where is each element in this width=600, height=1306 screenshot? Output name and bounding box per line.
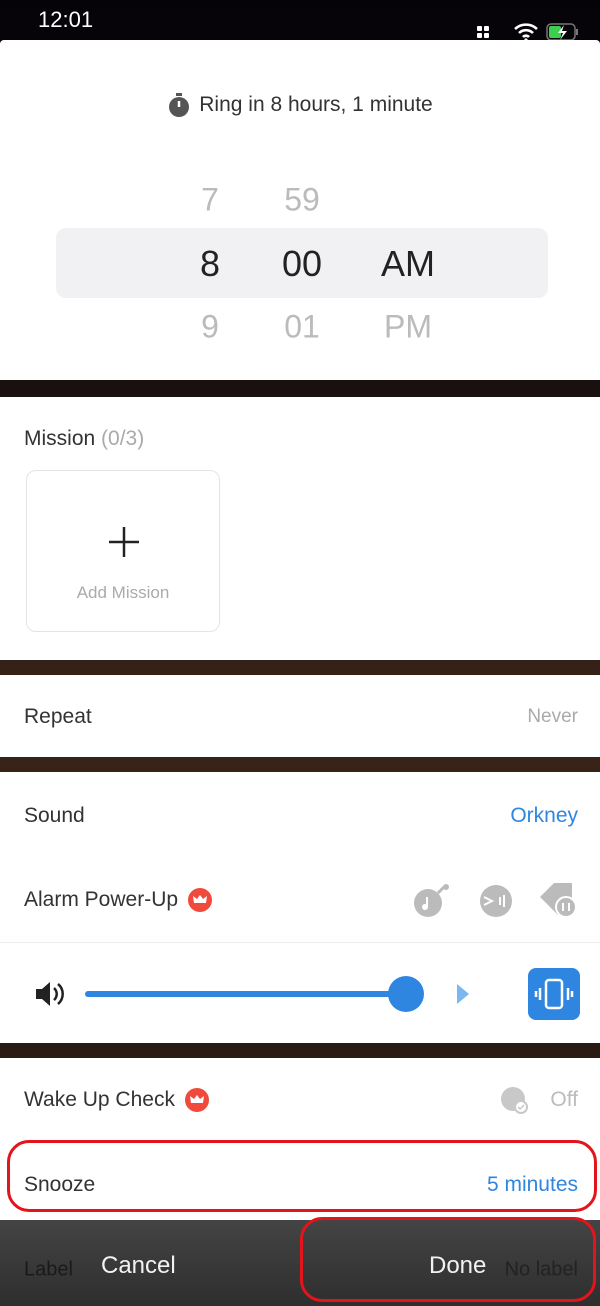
vibrate-toggle[interactable] [528,968,580,1020]
stopwatch-icon [169,93,190,117]
repeat-value: Never [527,706,578,727]
hour-option[interactable]: 9 [201,309,219,346]
volume-slider-thumb[interactable] [388,976,424,1012]
wake-up-check-label: Wake Up Check [24,1088,175,1111]
label-row-label: Label [24,1258,73,1281]
sound-value: Orkney [510,804,578,827]
tag-voice-icon [540,883,577,918]
music-bomb-icon [414,884,449,917]
premium-crown-icon [188,888,213,912]
alarm-power-up-row[interactable]: Alarm Power-Up [0,857,600,942]
snooze-highlight [7,1140,597,1212]
hour-option[interactable]: 7 [201,182,219,219]
play-preview-icon[interactable] [455,982,471,1006]
face-voice-icon [480,885,512,917]
cancel-button[interactable]: Cancel [101,1252,176,1280]
mission-title: Mission (0/3) [24,427,145,450]
premium-crown-icon [184,1088,209,1112]
volume-slider[interactable] [85,991,407,997]
minute-selected[interactable]: 00 [282,243,322,285]
repeat-label: Repeat [24,705,92,728]
volume-row [0,942,600,1043]
sound-label: Sound [24,804,85,827]
sound-row[interactable]: Sound Orkney [0,772,600,857]
power-up-label: Alarm Power-Up [24,888,179,911]
sound-card: Sound Orkney Alarm Power-Up [0,772,600,1043]
wifi-icon [514,23,538,42]
battery-charging-icon [546,23,578,41]
period-option[interactable]: PM [384,309,432,346]
status-time: 12:01 [38,7,94,32]
add-mission-label: Add Mission [76,583,170,602]
vibrate-icon [534,978,574,1010]
status-bar: 12:01 [0,0,600,42]
wake-up-check-row[interactable]: Wake Up Check Off [0,1058,600,1143]
add-mission-button[interactable]: Add Mission [26,470,220,632]
mission-card: Mission (0/3) Add Mission [0,397,600,660]
ring-text: Ring in 8 hours, 1 minute [199,93,433,116]
hour-selected[interactable]: 8 [200,243,220,285]
period-selected[interactable]: AM [381,243,435,285]
time-card: Ring in 8 hours, 1 minute 7 8 9 59 00 01… [0,40,600,380]
speaker-icon [36,982,64,1006]
wake-up-check-value: Off [550,1088,578,1111]
minute-option[interactable]: 01 [284,309,320,346]
minute-option[interactable]: 59 [284,182,320,219]
done-highlight [300,1217,596,1302]
repeat-row[interactable]: Repeat Never [0,675,600,757]
plus-icon [109,527,139,557]
ring-info: Ring in 8 hours, 1 minute [0,82,600,128]
check-badge-icon [501,1087,528,1114]
